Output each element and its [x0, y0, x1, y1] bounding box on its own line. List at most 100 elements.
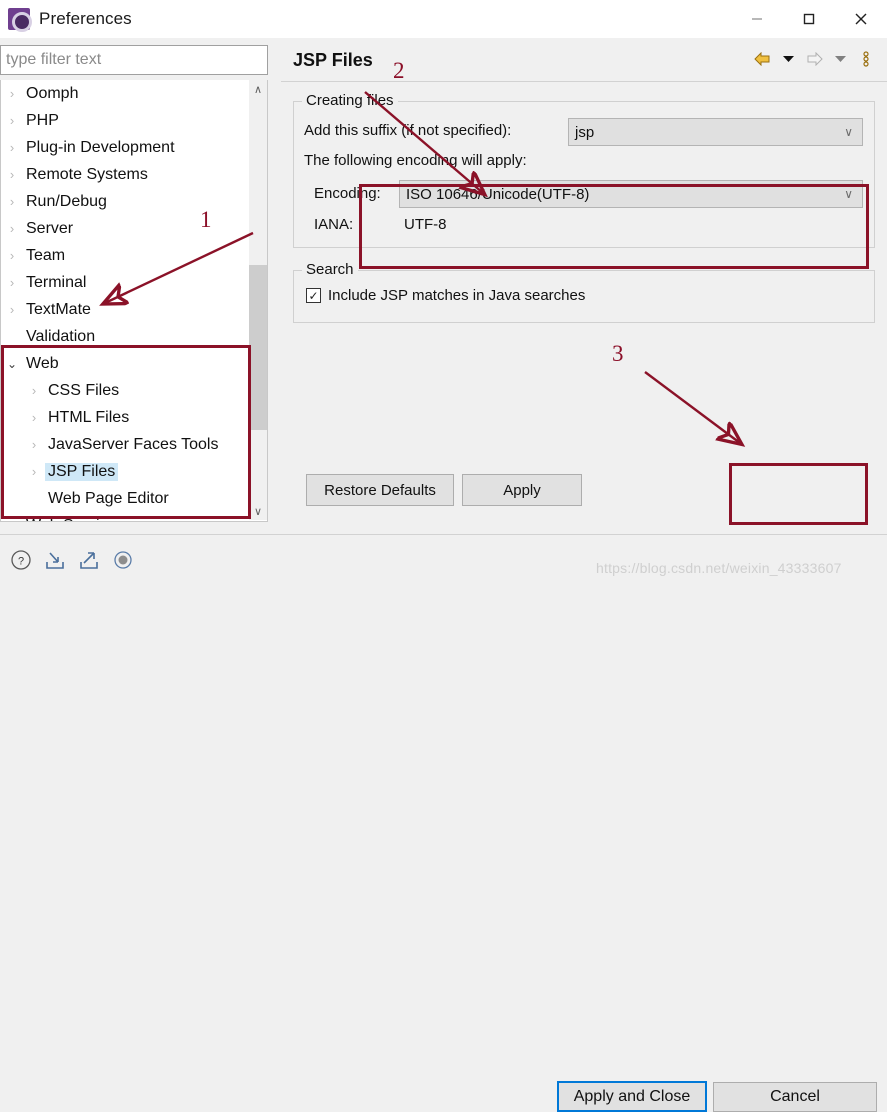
- apply-and-close-button[interactable]: Apply and Close: [557, 1081, 707, 1112]
- apply-button[interactable]: Apply: [462, 474, 582, 506]
- export-icon[interactable]: [76, 547, 101, 572]
- window-controls: [731, 0, 887, 38]
- tree-item-plug-in-development[interactable]: › Plug-in Development: [1, 134, 251, 161]
- tree-item-php[interactable]: › PHP: [1, 107, 251, 134]
- forward-arrow-icon: [801, 48, 827, 70]
- preference-tree-list[interactable]: › Oomph › PHP › Plug-in Development › Remote Sy…: [1, 80, 251, 522]
- tree-item-label: Team: [26, 246, 66, 264]
- tree-item-label: Web: [26, 354, 59, 372]
- maximize-button[interactable]: [783, 0, 835, 38]
- tree-item-label: HTML Files: [48, 408, 130, 426]
- encoding-label: Encoding:: [314, 185, 381, 202]
- encoding-row: Encoding:: [314, 185, 381, 202]
- tree-item-label: CSS Files: [48, 381, 120, 399]
- page-title: JSP Files: [293, 50, 373, 70]
- chevron-right-icon[interactable]: ›: [23, 383, 45, 398]
- footer-icon-group: ?: [8, 547, 135, 572]
- chevron-right-icon[interactable]: ›: [1, 518, 23, 521]
- chevron-right-icon[interactable]: ›: [1, 248, 23, 263]
- tree-item-label: TextMate: [26, 300, 91, 318]
- window-title: Preferences: [39, 9, 132, 28]
- window-titlebar: Preferences: [0, 0, 887, 38]
- search-legend: Search: [302, 261, 358, 278]
- tree-item-validation[interactable]: Validation: [1, 323, 251, 350]
- creating-files-group: Creating files Add this suffix (if not s…: [293, 92, 875, 248]
- tree-item-jsp-files[interactable]: › JSP Files: [1, 458, 251, 485]
- encoding-note: The following encoding will apply:: [304, 152, 527, 169]
- cancel-button[interactable]: Cancel: [713, 1082, 877, 1112]
- preference-tree-panel[interactable]: › Oomph › PHP › Plug-in Development › Remote Sy…: [0, 80, 268, 522]
- chevron-right-icon[interactable]: ›: [1, 140, 23, 155]
- chevron-right-icon[interactable]: ›: [23, 464, 45, 479]
- resize-grip-icon[interactable]: [110, 547, 135, 572]
- suffix-row: Add this suffix (if not specified):: [304, 122, 511, 139]
- suffix-label: Add this suffix (if not specified):: [304, 122, 512, 139]
- import-icon[interactable]: [42, 547, 67, 572]
- dialog-footer: ? Apply and Close Cancel: [0, 535, 887, 1112]
- vertical-dots-icon[interactable]: [853, 48, 879, 70]
- encoding-value: ISO 10646/Unicode(UTF-8): [406, 185, 590, 203]
- page-nav-toolbar: [749, 48, 879, 70]
- tree-vertical-scrollbar[interactable]: ∧ ∨: [249, 80, 267, 520]
- chevron-right-icon[interactable]: ›: [1, 113, 23, 128]
- tree-item-label: Validation: [26, 327, 96, 345]
- tree-item-html-files[interactable]: › HTML Files: [1, 404, 251, 431]
- tree-item-run-debug[interactable]: › Run/Debug: [1, 188, 251, 215]
- preferences-gear-icon: [8, 8, 32, 32]
- scroll-down-icon[interactable]: ∨: [249, 502, 267, 520]
- encoding-combo[interactable]: ISO 10646/Unicode(UTF-8) ∨: [399, 180, 863, 208]
- tree-item-label: Oomph: [26, 84, 79, 102]
- tree-item-textmate[interactable]: › TextMate: [1, 296, 251, 323]
- chevron-down-icon[interactable]: ⌄: [1, 357, 23, 371]
- tree-item-label: Remote Systems: [26, 165, 148, 183]
- tree-item-team[interactable]: › Team: [1, 242, 251, 269]
- creating-files-legend: Creating files: [302, 92, 398, 109]
- include-jsp-matches-row[interactable]: ✓ Include JSP matches in Java searches: [306, 287, 585, 304]
- tree-item-label: Web Page Editor: [48, 489, 169, 507]
- chevron-right-icon[interactable]: ›: [1, 275, 23, 290]
- header-divider: [281, 81, 887, 82]
- preference-page-panel: JSP Files Creating files Add this suffix…: [281, 40, 887, 534]
- tree-item-javaserver-faces-tools[interactable]: › JavaServer Faces Tools: [1, 431, 251, 458]
- restore-defaults-button[interactable]: Restore Defaults: [306, 474, 454, 506]
- chevron-right-icon[interactable]: ›: [1, 221, 23, 236]
- chevron-right-icon[interactable]: ›: [1, 194, 23, 209]
- suffix-combo[interactable]: jsp ∨: [568, 118, 863, 146]
- tree-item-terminal[interactable]: › Terminal: [1, 269, 251, 296]
- minimize-button[interactable]: [731, 0, 783, 38]
- tree-item-web-services[interactable]: ›Web Services: [1, 512, 251, 522]
- chevron-right-icon[interactable]: ›: [23, 410, 45, 425]
- back-arrow-icon[interactable]: [749, 48, 775, 70]
- tree-item-label: Web Services: [23, 517, 127, 522]
- tree-item-css-files[interactable]: › CSS Files: [1, 377, 251, 404]
- tree-item-oomph[interactable]: › Oomph: [1, 80, 251, 107]
- tree-item-label: JavaServer Faces Tools: [48, 435, 219, 453]
- chevron-right-icon[interactable]: ›: [23, 437, 45, 452]
- filter-placeholder: type filter text: [6, 51, 102, 68]
- tree-item-remote-systems[interactable]: › Remote Systems: [1, 161, 251, 188]
- include-jsp-matches-checkbox[interactable]: ✓: [306, 288, 321, 303]
- filter-input-wrapper[interactable]: type filter text: [0, 45, 268, 75]
- tree-item-web[interactable]: ⌄ Web: [1, 350, 251, 377]
- help-icon[interactable]: ?: [8, 547, 33, 572]
- include-jsp-matches-label: Include JSP matches in Java searches: [328, 287, 586, 304]
- scroll-up-icon[interactable]: ∧: [249, 80, 267, 98]
- iana-value: UTF-8: [404, 216, 447, 233]
- chevron-down-icon: ∨: [844, 125, 853, 139]
- chevron-right-icon[interactable]: ›: [1, 167, 23, 182]
- chevron-right-icon[interactable]: ›: [1, 302, 23, 317]
- forward-menu-chevron-down-icon[interactable]: [827, 48, 853, 70]
- encoding-note-row: The following encoding will apply:: [304, 152, 527, 169]
- tree-item-server[interactable]: › Server: [1, 215, 251, 242]
- tree-item-label: JSP Files: [45, 462, 119, 481]
- tree-item-label: Plug-in Development: [26, 138, 175, 156]
- scrollbar-thumb[interactable]: [249, 265, 267, 430]
- chevron-right-icon[interactable]: ›: [1, 86, 23, 101]
- tree-item-label: Terminal: [26, 273, 87, 291]
- back-menu-chevron-down-icon[interactable]: [775, 48, 801, 70]
- iana-row: IANA:: [314, 216, 353, 233]
- close-button[interactable]: [835, 0, 887, 38]
- tree-item-web-page-editor[interactable]: Web Page Editor: [1, 485, 251, 512]
- tree-item-label: PHP: [26, 111, 59, 129]
- iana-label: IANA:: [314, 216, 354, 233]
